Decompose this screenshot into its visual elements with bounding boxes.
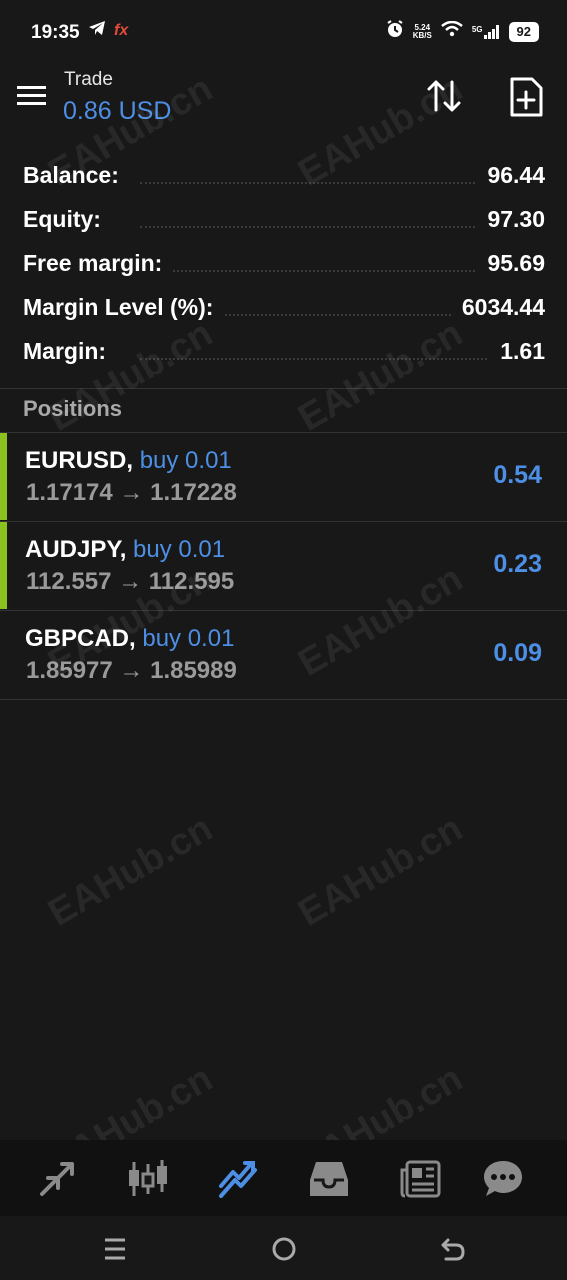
position-symbol: AUDJPY,	[25, 536, 127, 563]
summary-label: Balance:	[23, 162, 129, 189]
battery-indicator: 92	[508, 21, 539, 42]
summary-row-balance: Balance: 96.44	[0, 154, 567, 198]
buy-indicator-bar	[0, 522, 7, 609]
status-bar: 19:35 fx 5.24 KB/S 5G 92	[0, 0, 567, 66]
account-profit: 0.86 USD	[63, 97, 172, 125]
telegram-icon	[88, 20, 106, 41]
network-speed: 5.24 KB/S	[412, 22, 432, 40]
summary-value: 95.69	[477, 250, 545, 277]
chart-icon[interactable]	[127, 1158, 169, 1200]
news-icon[interactable]	[399, 1158, 441, 1200]
trade-icon[interactable]	[217, 1158, 259, 1200]
position-row[interactable]: GBPCAD, buy 0.01 1.85977 → 1.85989 0.09	[0, 611, 567, 700]
bottom-navigation	[0, 1140, 567, 1216]
summary-row-margin-level: Margin Level (%): 6034.44	[0, 286, 567, 330]
position-prices: 112.557 → 112.595	[26, 568, 235, 595]
page-title: Trade	[64, 69, 113, 90]
position-side: buy 0.01	[133, 536, 226, 563]
summary-row-free-margin: Free margin: 95.69	[0, 242, 567, 286]
summary-label: Free margin:	[23, 250, 173, 277]
recent-apps-icon[interactable]	[100, 1234, 130, 1264]
summary-label: Margin Level (%):	[23, 294, 224, 321]
divider	[0, 388, 567, 389]
fx-app-icon: fx	[114, 21, 129, 39]
home-icon[interactable]	[269, 1234, 299, 1264]
position-profit: 0.09	[493, 639, 542, 667]
new-order-button[interactable]	[508, 76, 546, 118]
position-profit: 0.23	[493, 550, 542, 578]
summary-row-margin: Margin: 1.61	[0, 330, 567, 374]
quotes-icon[interactable]	[36, 1158, 78, 1200]
system-navigation-bar	[0, 1216, 567, 1280]
position-prices: 1.85977 → 1.85989	[26, 657, 237, 684]
summary-label: Margin:	[23, 338, 117, 365]
summary-row-equity: Equity: 97.30	[0, 198, 567, 242]
position-row[interactable]: AUDJPY, buy 0.01 112.557 → 112.595 0.23	[0, 522, 567, 611]
account-summary: Balance: 96.44 Equity: 97.30 Free margin…	[0, 154, 567, 374]
position-side: buy 0.01	[142, 625, 235, 652]
position-row[interactable]: EURUSD, buy 0.01 1.17174 → 1.17228 0.54	[0, 433, 567, 522]
position-symbol: EURUSD,	[25, 447, 134, 474]
back-icon[interactable]	[438, 1234, 468, 1264]
summary-label: Equity:	[23, 206, 111, 233]
positions-list: EURUSD, buy 0.01 1.17174 → 1.17228 0.54 …	[0, 433, 567, 700]
alarm-icon	[386, 20, 404, 43]
history-icon[interactable]	[308, 1158, 350, 1200]
summary-value: 1.61	[490, 338, 545, 365]
wifi-icon	[441, 20, 463, 42]
position-prices: 1.17174 → 1.17228	[26, 479, 237, 506]
menu-icon[interactable]	[16, 84, 48, 110]
position-symbol: GBPCAD,	[25, 625, 136, 652]
messages-icon[interactable]	[482, 1158, 524, 1200]
app-header: Trade 0.86 USD	[0, 66, 567, 130]
sort-button[interactable]	[424, 76, 464, 116]
cellular-signal-icon: 5G	[472, 24, 500, 39]
position-profit: 0.54	[493, 461, 542, 489]
summary-value: 6034.44	[451, 294, 545, 321]
positions-section-header: Positions	[23, 396, 123, 421]
watermark: EAHub.cn	[291, 807, 470, 935]
buy-indicator-bar	[0, 433, 7, 520]
summary-value: 97.30	[477, 206, 545, 233]
summary-value: 96.44	[477, 162, 545, 189]
position-side: buy 0.01	[139, 447, 232, 474]
watermark: EAHub.cn	[41, 807, 220, 935]
status-time: 19:35	[31, 22, 80, 43]
